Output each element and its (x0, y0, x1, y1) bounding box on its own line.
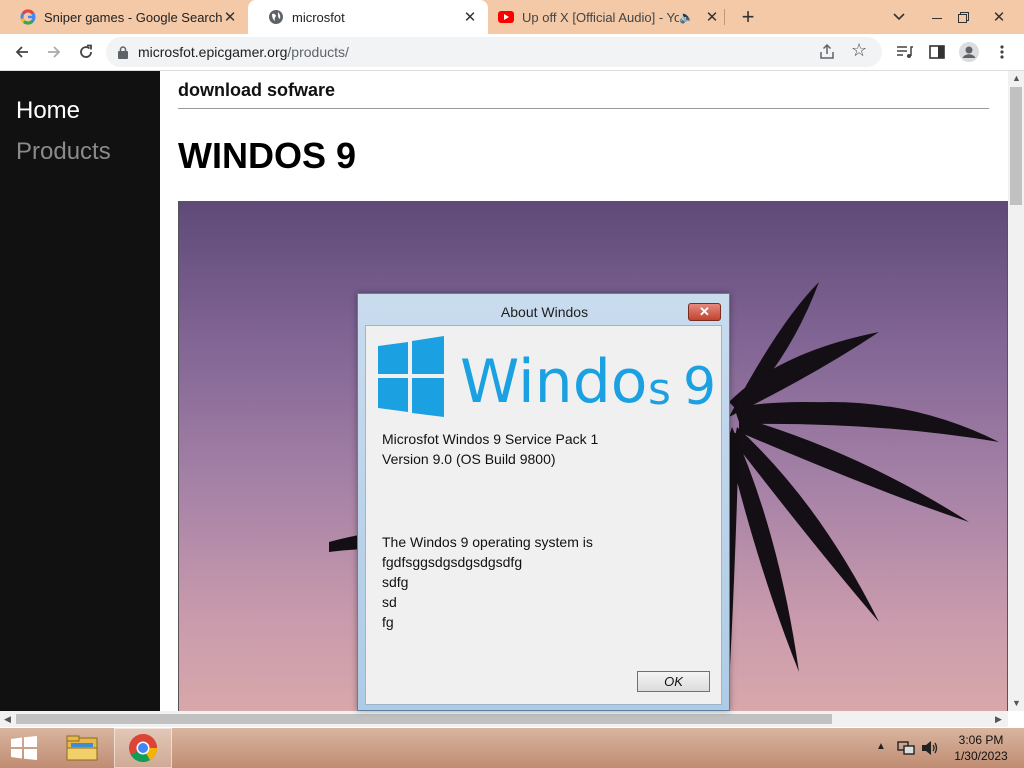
scroll-down-icon[interactable]: ▼ (1012, 698, 1021, 708)
tab-google-search[interactable]: Sniper games - Google Search ✕ (0, 0, 248, 34)
media-control-button[interactable] (891, 38, 919, 66)
product-name: Microsfot Windos 9 Service Pack 1 (382, 431, 599, 447)
tab-search-button[interactable] (886, 0, 912, 34)
nav-products-link[interactable]: Products (16, 138, 111, 166)
dialog-close-button[interactable]: ✕ (688, 303, 721, 321)
start-button[interactable] (0, 728, 48, 768)
show-hidden-icons[interactable]: ▲ (876, 741, 886, 752)
svg-text:Windo: Windo (460, 347, 648, 417)
svg-text:s: s (648, 364, 671, 415)
description-line: sd (382, 594, 397, 610)
minimize-button[interactable] (922, 0, 952, 34)
tab-youtube[interactable]: Up off X [Official Audio] - Yo 🔈 ✕ (488, 0, 724, 34)
tab-title: Sniper games - Google Search (44, 9, 222, 25)
file-explorer-button[interactable] (56, 728, 108, 768)
close-tab-icon[interactable]: ✕ (704, 8, 720, 26)
tab-title: microsfot (292, 9, 345, 25)
vertical-scrollbar[interactable]: ▲ ▼ (1008, 71, 1024, 711)
restore-button[interactable] (950, 0, 976, 34)
description-line: sdfg (382, 574, 409, 590)
clock-date: 1/30/2023 (954, 749, 1008, 763)
volume-icon[interactable] (921, 740, 939, 756)
menu-button[interactable] (988, 38, 1016, 66)
description-line: fg (382, 614, 394, 630)
address-bar[interactable]: microsfot.epicgamer.org/products/ ☆ (106, 37, 882, 67)
star-icon[interactable]: ☆ (851, 40, 867, 61)
close-tab-icon[interactable]: ✕ (222, 8, 238, 26)
windows-start-icon (11, 736, 37, 760)
minimize-icon (932, 17, 942, 19)
vertical-scroll-thumb[interactable] (1010, 87, 1022, 205)
ok-button[interactable]: OK (637, 671, 710, 692)
side-panel-icon (929, 45, 945, 59)
chrome-taskbar-button[interactable] (114, 728, 172, 768)
reload-icon (80, 44, 92, 58)
description-line: The Windos 9 operating system is (382, 534, 593, 550)
more-vertical-icon (1000, 45, 1004, 59)
sidebar: Home Products (0, 71, 160, 711)
divider (178, 108, 989, 109)
forward-button[interactable] (40, 38, 68, 66)
close-tab-icon[interactable]: ✕ (462, 8, 478, 26)
chrome-icon (129, 734, 157, 762)
version-text: Version 9.0 (OS Build 9800) (382, 451, 556, 467)
windows-logo: Windo s 9 (378, 336, 716, 417)
page-title: WINDOS 9 (178, 135, 357, 176)
back-button[interactable] (8, 38, 36, 66)
restore-icon (957, 11, 969, 23)
close-icon: ✕ (699, 304, 710, 319)
scroll-up-icon[interactable]: ▲ (1012, 73, 1021, 83)
url-path: /products/ (287, 44, 349, 60)
url-host: microsfot.epicgamer.org (138, 44, 288, 60)
speaker-icon[interactable]: 🔈 (679, 10, 694, 24)
windows-flag-icon (378, 336, 444, 417)
scroll-left-icon[interactable]: ◀ (4, 714, 11, 725)
close-window-button[interactable]: ✕ (984, 0, 1014, 34)
new-tab-button[interactable]: + (735, 0, 761, 34)
lock-icon[interactable] (118, 45, 128, 59)
side-panel-button[interactable] (923, 38, 951, 66)
svg-text:9: 9 (683, 357, 716, 417)
description-line: fgdfsggsdgsdgsdgsdfg (382, 554, 523, 570)
reload-button[interactable] (72, 38, 100, 66)
tab-separator (724, 9, 725, 25)
download-heading: download sofware (178, 80, 336, 100)
system-clock[interactable]: 3:06 PM 1/30/2023 (946, 732, 1016, 764)
profile-button[interactable] (955, 38, 983, 66)
close-icon: ✕ (992, 9, 1006, 26)
dialog-body: Windo s 9 Microsfot Windos 9 Service Pac… (365, 325, 722, 705)
tab-strip: Sniper games - Google Search ✕ microsfot… (0, 0, 1024, 34)
share-icon[interactable] (818, 43, 836, 64)
clock-time: 3:06 PM (958, 733, 1004, 747)
folder-icon (66, 735, 98, 761)
scroll-right-icon[interactable]: ▶ (995, 714, 1002, 725)
chevron-down-icon (893, 13, 905, 21)
google-icon (20, 9, 36, 25)
media-queue-icon (897, 46, 913, 58)
arrow-right-icon (48, 46, 61, 58)
horizontal-scrollbar[interactable]: ◀ ▶ (0, 711, 1008, 727)
network-icon[interactable] (897, 740, 915, 756)
nav-home-link[interactable]: Home (16, 97, 80, 125)
taskbar: ▲ 3:06 PM 1/30/2023 (0, 728, 1024, 768)
tab-microsfot[interactable]: microsfot ✕ (248, 0, 488, 34)
tab-title: Up off X [Official Audio] - Yo (522, 9, 680, 25)
avatar-icon (959, 42, 979, 62)
horizontal-scroll-thumb[interactable] (16, 714, 832, 724)
arrow-left-icon (15, 46, 28, 58)
globe-icon (269, 10, 283, 24)
dialog-title: About Windos (500, 304, 589, 320)
about-dialog: About Windos ✕ Windo s 9 Microsfot Windo… (357, 293, 730, 711)
youtube-icon (498, 11, 514, 23)
browser-toolbar: microsfot.epicgamer.org/products/ ☆ (0, 34, 1024, 71)
